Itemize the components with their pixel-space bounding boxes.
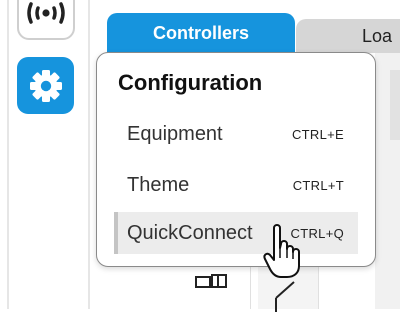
wireless-signal-icon: [27, 2, 65, 24]
rail-divider: [7, 0, 9, 309]
wireless-button[interactable]: [17, 0, 75, 40]
hand-pointer-cursor-icon: [263, 224, 300, 278]
settings-button[interactable]: [17, 57, 74, 114]
gear-icon: [29, 69, 62, 102]
content-panel-header: [390, 70, 400, 140]
menu-item-shortcut: CTRL+E: [291, 126, 344, 142]
tab-label: Loa: [362, 25, 393, 46]
menu-item-shortcut: CTRL+T: [292, 177, 344, 193]
icon-rail: [0, 0, 90, 309]
menu-item-label: Theme: [127, 173, 190, 196]
menu-item-quickconnect[interactable]: QuickConnect CTRL+Q: [114, 212, 358, 254]
tab-label: Controllers: [152, 22, 249, 43]
menu-item-label: Equipment: [127, 122, 223, 145]
rail-divider: [88, 0, 90, 309]
menu-title: Configuration: [118, 70, 263, 95]
tab-loads[interactable]: Loa: [296, 19, 400, 53]
tab-controllers[interactable]: Controllers: [107, 13, 295, 53]
menu-item-equipment[interactable]: Equipment CTRL+E: [114, 113, 358, 155]
menu-item-theme[interactable]: Theme CTRL+T: [114, 164, 358, 206]
device-icon: [195, 274, 227, 288]
equipment-tile[interactable]: [182, 262, 251, 309]
menu-item-label: QuickConnect: [127, 221, 253, 244]
